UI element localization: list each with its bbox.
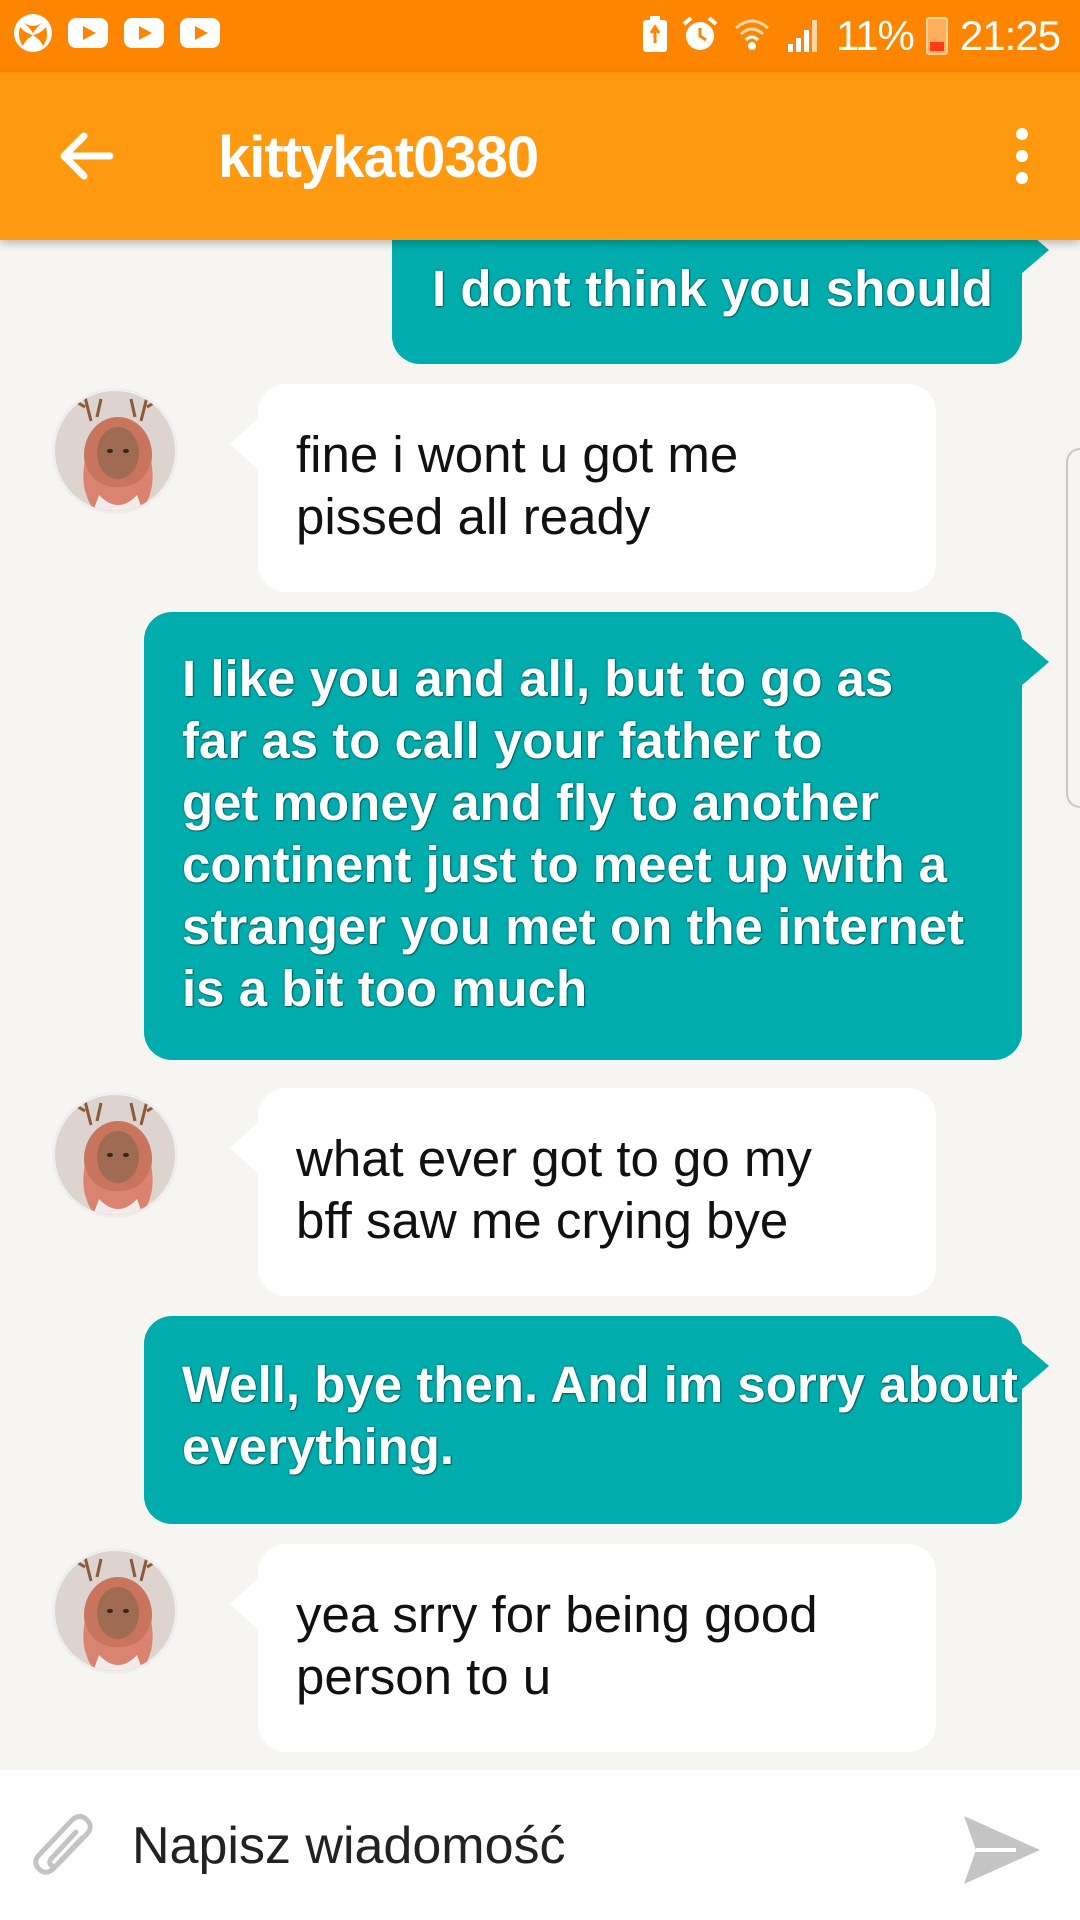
battery-percent: 11% xyxy=(835,12,915,59)
youtube-icon xyxy=(124,18,164,48)
message-text: I dont think you should xyxy=(432,260,993,317)
clock: 21:25 xyxy=(959,12,1061,59)
notification-icons xyxy=(14,14,220,52)
message-outgoing: Well, bye then. And im sorry about every… xyxy=(144,1316,1049,1524)
message-text: I like you and all, but to go as far as … xyxy=(182,650,965,1017)
message-outgoing: I like you and all, but to go as far as … xyxy=(144,612,1049,1060)
status-bar: 11% 21:25 xyxy=(0,0,1080,72)
message-incoming: fine i wont u got me pissed all ready xyxy=(230,384,936,592)
system-icons: 11% 21:25 xyxy=(642,8,1061,64)
message-text: what ever got to go my bff saw me crying… xyxy=(296,1130,812,1249)
arrow-left-icon xyxy=(60,132,114,180)
signal-icon xyxy=(784,14,824,59)
avatar[interactable] xyxy=(52,1092,178,1218)
message-composer xyxy=(0,1770,1080,1920)
message-list[interactable]: I dont think you should fine i wont u go… xyxy=(0,240,1080,1770)
attach-button[interactable] xyxy=(24,1808,108,1892)
more-options-button[interactable] xyxy=(992,124,1052,188)
youtube-icon xyxy=(180,18,220,48)
message-incoming: what ever got to go my bff saw me crying… xyxy=(230,1088,936,1296)
back-button[interactable] xyxy=(48,118,124,194)
message-incoming: yea srry for being good person to u xyxy=(230,1544,936,1752)
scroll-handle[interactable] xyxy=(1066,448,1080,808)
battery-saver-icon xyxy=(642,15,668,58)
youtube-icon xyxy=(68,18,108,48)
chat-title: kittykat0380 xyxy=(218,125,539,190)
alarm-icon xyxy=(680,14,720,59)
avatar[interactable] xyxy=(52,388,178,514)
send-button[interactable] xyxy=(960,1810,1044,1890)
app-bar: kittykat0380 xyxy=(0,72,1080,240)
battery-icon xyxy=(925,17,948,55)
more-vert-icon xyxy=(1016,128,1028,140)
message-text: fine i wont u got me pissed all ready xyxy=(296,426,739,545)
message-text: yea srry for being good person to u xyxy=(296,1586,818,1705)
message-input[interactable] xyxy=(132,1806,912,1886)
send-icon xyxy=(964,1816,1040,1884)
message-outgoing: I dont think you should xyxy=(392,240,1049,364)
xbox-icon xyxy=(14,14,52,52)
avatar[interactable] xyxy=(52,1548,178,1674)
message-text: Well, bye then. And im sorry about every… xyxy=(182,1356,1018,1475)
paperclip-icon xyxy=(33,1814,93,1875)
wifi-icon xyxy=(732,14,772,59)
